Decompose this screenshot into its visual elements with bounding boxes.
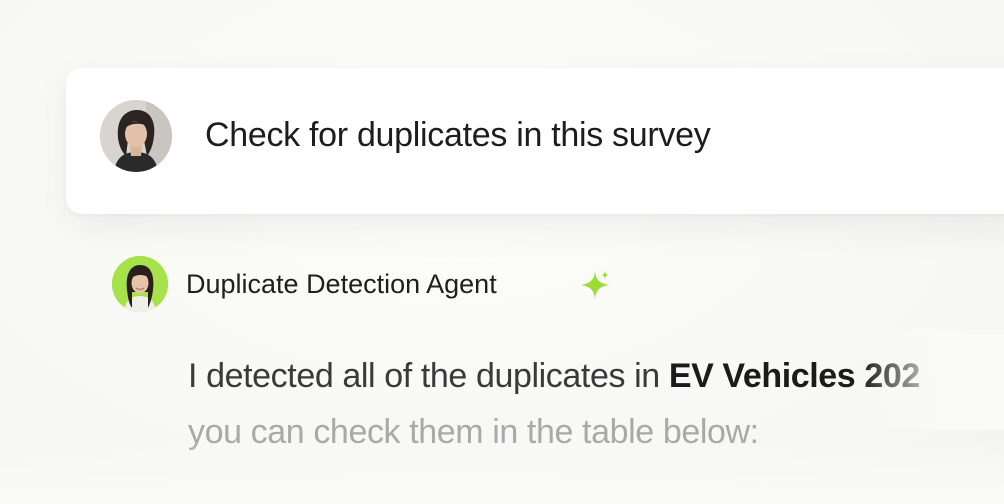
- agent-avatar: [112, 256, 168, 312]
- user-avatar: [100, 100, 172, 172]
- user-message-text: Check for duplicates in this survey: [205, 116, 711, 154]
- reply-prefix: I detected all of the duplicates in: [188, 357, 669, 395]
- user-avatar-image: [100, 100, 172, 172]
- sparkle-icon: [581, 271, 609, 299]
- agent-name: Duplicate Detection Agent: [186, 269, 497, 299]
- fade-overlay-right: [860, 330, 1004, 430]
- fade-overlay-bottom: [0, 440, 1004, 504]
- agent-avatar-image: [112, 256, 168, 312]
